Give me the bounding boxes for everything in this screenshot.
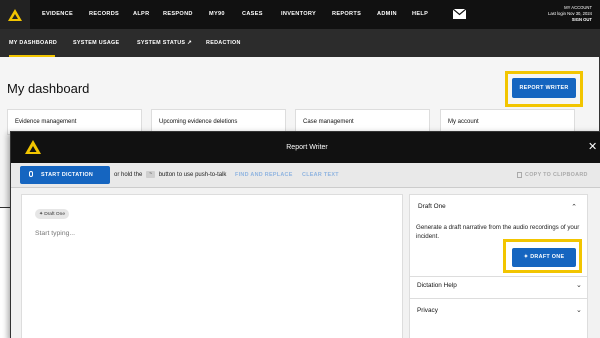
dictation-help-header[interactable]: Dictation Help [417,282,457,289]
clear-text-button[interactable]: CLEAR TEXT [302,163,339,188]
mail-icon[interactable] [453,9,466,19]
draft-one-header[interactable]: Draft One [418,203,446,210]
close-icon[interactable]: ✕ [588,141,598,153]
push-to-talk-key: ~ [146,170,156,178]
toolbar: START DICTATION or hold the ~ button to … [11,163,600,188]
find-replace-button[interactable]: FIND AND REPLACE [235,163,293,188]
draft-one-button-label: DRAFT ONE [530,254,565,260]
axon-logo[interactable] [0,0,30,29]
draft-one-chip[interactable]: ✦Draft One [35,209,69,219]
copy-label: COPY TO CLIPBOARD [525,172,588,178]
sparkle-icon: ✦ [523,254,529,260]
start-dictation-label: START DICTATION [41,172,94,178]
hint-after: button to use push-to-talk [158,172,227,178]
copy-icon [517,172,522,178]
axon-logo-icon [25,140,41,154]
nav-inventory[interactable]: INVENTORY [281,0,316,29]
editor-placeholder: Start typing... [35,230,76,237]
nav-alpr[interactable]: ALPR [133,0,149,29]
nav-records[interactable]: RECORDS [89,0,119,29]
nav-cases[interactable]: CASES [242,0,263,29]
sign-out-link[interactable]: SIGN OUT [572,17,592,23]
hint-before: or hold the [114,172,143,178]
nav-help[interactable]: HELP [412,0,428,29]
chevron-up-icon[interactable]: ⌃ [571,204,577,211]
modal-title: Report Writer [286,144,328,151]
chip-label: Draft One [44,212,65,217]
chevron-down-icon[interactable]: ⌄ [576,281,582,289]
top-nav: EVIDENCE RECORDS ALPR RESPOND MY90 CASES… [0,0,600,29]
privacy-header[interactable]: Privacy [417,307,438,314]
nav-evidence[interactable]: EVIDENCE [42,0,73,29]
start-dictation-button[interactable]: START DICTATION [20,166,110,184]
report-writer-button[interactable]: REPORT WRITER [512,78,576,98]
report-editor[interactable]: ✦Draft One Start typing... [21,194,403,338]
nav-reports[interactable]: REPORTS [332,0,361,29]
tab-redaction[interactable]: REDACTION [206,29,241,57]
divider [409,298,588,299]
axon-logo-icon [8,8,22,21]
nav-admin[interactable]: ADMIN [377,0,397,29]
tab-system-usage[interactable]: SYSTEM USAGE [73,29,119,57]
draft-one-button[interactable]: ✦ DRAFT ONE [512,248,576,267]
nav-my90[interactable]: MY90 [209,0,225,29]
active-tab-indicator [9,55,55,57]
sparkle-icon: ✦ [39,211,44,217]
push-to-talk-hint: or hold the ~ button to use push-to-talk [114,163,226,188]
divider [409,276,588,277]
my-account-link[interactable]: MY ACCOUNT [564,5,592,11]
modal-header: Report Writer ✕ [11,132,600,163]
sub-nav: MY DASHBOARD SYSTEM USAGE SYSTEM STATUS … [0,29,600,57]
tab-my-dashboard[interactable]: MY DASHBOARD [9,29,57,57]
page-title: My dashboard [7,81,90,96]
microphone-icon [29,171,33,177]
tab-system-status[interactable]: SYSTEM STATUS ↗ [137,29,192,57]
chevron-down-icon[interactable]: ⌄ [576,306,582,314]
last-login: Last login Nov 30, 2024 [548,11,592,16]
nav-respond[interactable]: RESPOND [163,0,193,29]
